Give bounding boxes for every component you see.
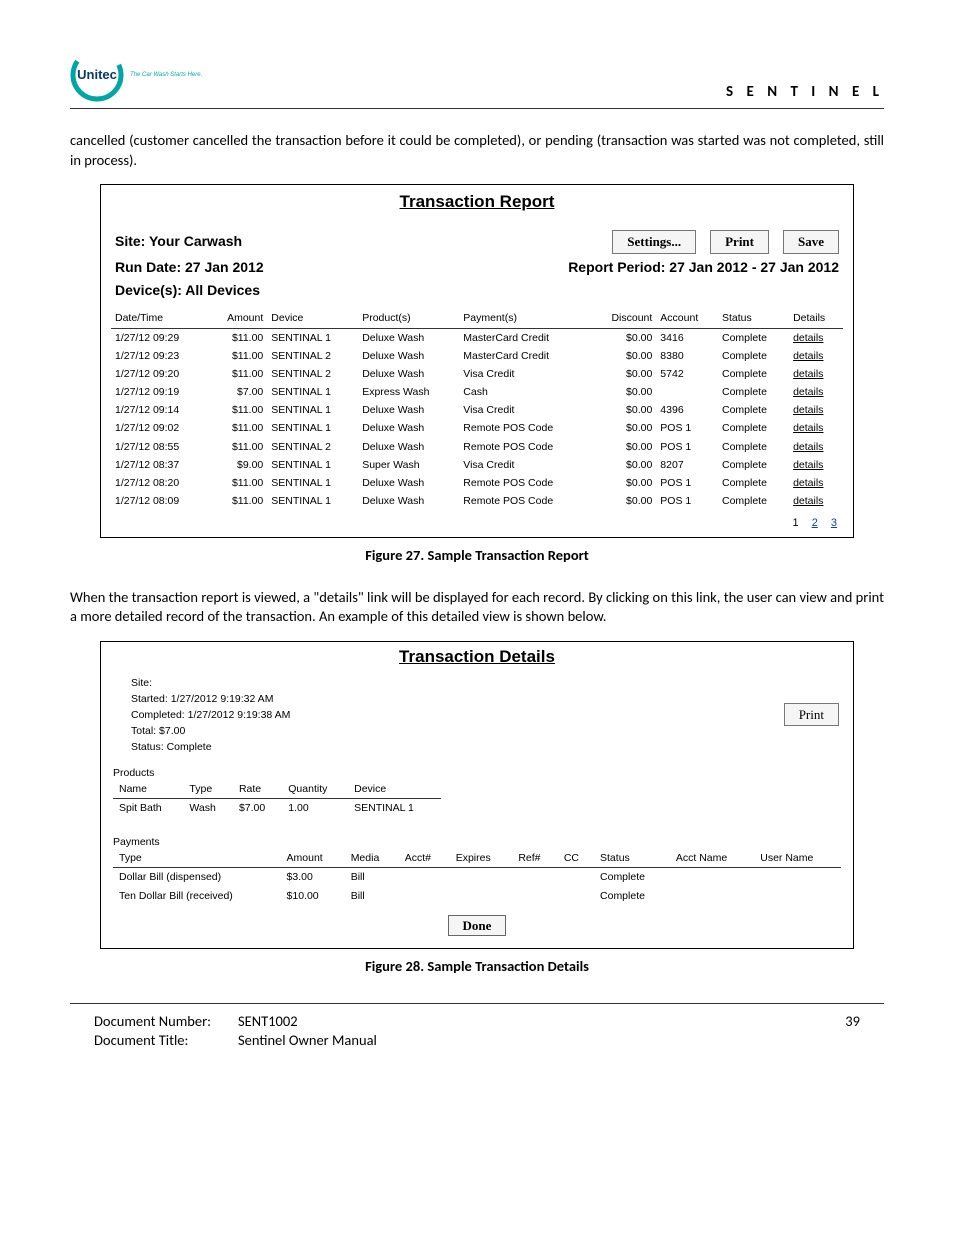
table-row: 1/27/12 09:29$11.00SENTINAL 1Deluxe Wash… bbox=[111, 328, 843, 347]
tx-col-header: Payment(s) bbox=[459, 309, 590, 328]
meta-status: Status: Complete bbox=[131, 739, 841, 755]
report1-run-date: Run Date: 27 Jan 2012 bbox=[115, 258, 264, 277]
table-row: 1/27/12 09:23$11.00SENTINAL 2Deluxe Wash… bbox=[111, 347, 843, 365]
product-label: S E N T I N E L bbox=[726, 82, 884, 102]
footer-page: 39 bbox=[845, 1012, 860, 1032]
report1-devices: Device(s): All Devices bbox=[115, 281, 260, 300]
meta-started: Started: 1/27/2012 9:19:32 AM bbox=[131, 691, 841, 707]
details-link[interactable]: details bbox=[793, 477, 823, 489]
print-button[interactable]: Print bbox=[710, 230, 769, 254]
tx-col-header: Details bbox=[789, 309, 843, 328]
done-button[interactable]: Done bbox=[448, 915, 507, 936]
logo-icon: Unitec bbox=[70, 48, 124, 102]
details-link[interactable]: details bbox=[793, 459, 823, 471]
meta-site: Site: bbox=[131, 675, 841, 691]
footer-title-label: Document Title: bbox=[94, 1031, 234, 1051]
table-row: 1/27/12 08:37$9.00SENTINAL 1Super WashVi… bbox=[111, 456, 843, 474]
settings-button[interactable]: Settings... bbox=[612, 230, 696, 254]
footer-docnum: SENT1002 bbox=[238, 1012, 298, 1032]
table-row: Ten Dollar Bill (received)$10.00BillComp… bbox=[113, 887, 841, 905]
details-link[interactable]: details bbox=[793, 368, 823, 380]
payments-label: Payments bbox=[113, 835, 841, 849]
logo-text: Unitec bbox=[77, 66, 117, 84]
details-link[interactable]: details bbox=[793, 386, 823, 398]
details-link[interactable]: details bbox=[793, 332, 823, 344]
tx-col-header: Date/Time bbox=[111, 309, 208, 328]
details-link[interactable]: details bbox=[793, 350, 823, 362]
table-row: 1/27/12 09:20$11.00SENTINAL 2Deluxe Wash… bbox=[111, 365, 843, 383]
page-link-3[interactable]: 3 bbox=[831, 517, 837, 529]
meta-completed: Completed: 1/27/2012 9:19:38 AM bbox=[131, 707, 841, 723]
payments-table: TypeAmountMediaAcct#ExpiresRef#CCStatusA… bbox=[113, 849, 841, 905]
footer-docnum-label: Document Number: bbox=[94, 1012, 234, 1032]
table-row: 1/27/12 09:19$7.00SENTINAL 1Express Wash… bbox=[111, 383, 843, 401]
figure-28-panel: Transaction Details Print Site: Started:… bbox=[100, 641, 854, 950]
tx-col-header: Account bbox=[656, 309, 718, 328]
figure-28-caption: Figure 28. Sample Transaction Details bbox=[70, 957, 884, 977]
figure-27-caption: Figure 27. Sample Transaction Report bbox=[70, 546, 884, 566]
save-button[interactable]: Save bbox=[783, 230, 839, 254]
print-button-2[interactable]: Print bbox=[784, 703, 839, 727]
meta-total: Total: $7.00 bbox=[131, 723, 841, 739]
details-link[interactable]: details bbox=[793, 422, 823, 434]
transaction-table: Date/TimeAmountDeviceProduct(s)Payment(s… bbox=[111, 309, 843, 510]
page-footer: Document Number: SENT1002 39 Document Ti… bbox=[70, 1003, 884, 1051]
products-label: Products bbox=[113, 766, 841, 780]
report2-title: Transaction Details bbox=[101, 642, 853, 675]
tx-col-header: Discount bbox=[591, 309, 657, 328]
table-row: 1/27/12 09:14$11.00SENTINAL 1Deluxe Wash… bbox=[111, 401, 843, 419]
report2-meta: Site: Started: 1/27/2012 9:19:32 AM Comp… bbox=[131, 675, 841, 756]
page-link-2[interactable]: 2 bbox=[812, 517, 818, 529]
pager: 1 2 3 bbox=[101, 514, 853, 537]
report1-period: Report Period: 27 Jan 2012 - 27 Jan 2012 bbox=[568, 258, 839, 277]
page-current: 1 bbox=[793, 517, 799, 529]
report1-title: Transaction Report bbox=[101, 185, 853, 224]
logo-tagline: The Car Wash Starts Here. bbox=[130, 71, 202, 79]
body-paragraph-1: cancelled (customer cancelled the transa… bbox=[70, 131, 884, 170]
products-table: NameTypeRateQuantityDevice Spit BathWash… bbox=[113, 780, 441, 817]
page-header: Unitec The Car Wash Starts Here. S E N T… bbox=[70, 48, 884, 109]
table-row: 1/27/12 08:20$11.00SENTINAL 1Deluxe Wash… bbox=[111, 474, 843, 492]
body-paragraph-2: When the transaction report is viewed, a… bbox=[70, 588, 884, 627]
tx-col-header: Status bbox=[718, 309, 789, 328]
report1-site: Site: Your Carwash bbox=[115, 232, 242, 251]
tx-col-header: Product(s) bbox=[358, 309, 459, 328]
tx-col-header: Amount bbox=[208, 309, 267, 328]
footer-title: Sentinel Owner Manual bbox=[238, 1031, 377, 1051]
table-row: 1/27/12 09:02$11.00SENTINAL 1Deluxe Wash… bbox=[111, 419, 843, 437]
details-link[interactable]: details bbox=[793, 404, 823, 416]
details-link[interactable]: details bbox=[793, 441, 823, 453]
logo: Unitec The Car Wash Starts Here. bbox=[70, 48, 202, 102]
figure-27-panel: Transaction Report Site: Your Carwash Se… bbox=[100, 184, 854, 538]
tx-col-header: Device bbox=[267, 309, 358, 328]
table-row: 1/27/12 08:09$11.00SENTINAL 1Deluxe Wash… bbox=[111, 492, 843, 510]
table-row: 1/27/12 08:55$11.00SENTINAL 2Deluxe Wash… bbox=[111, 438, 843, 456]
table-row: Dollar Bill (dispensed)$3.00BillComplete bbox=[113, 868, 841, 887]
details-link[interactable]: details bbox=[793, 495, 823, 507]
